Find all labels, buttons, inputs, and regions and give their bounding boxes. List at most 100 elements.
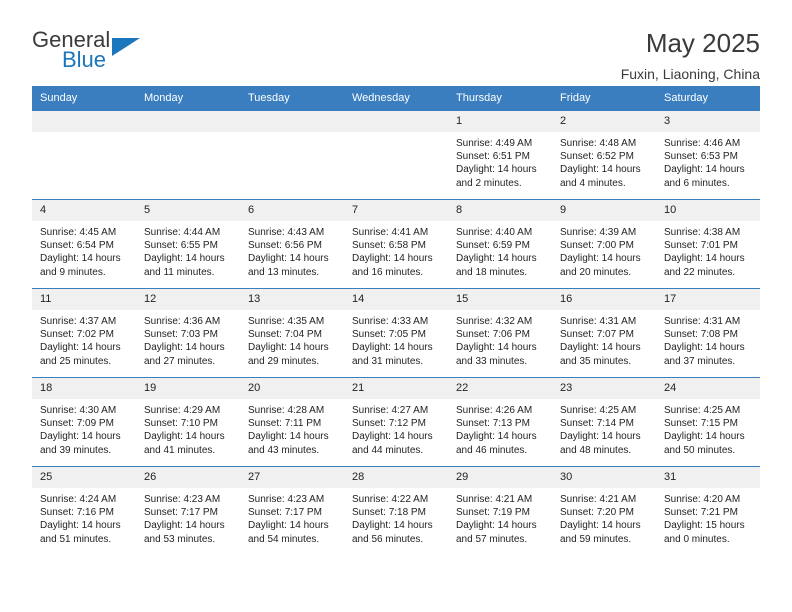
daylight-duration-line2: and 0 minutes. (664, 533, 730, 545)
calendar-day-cell[interactable]: 26 Sunrise: 4:23 AM Sunset: 7:17 PM Dayligh… (136, 466, 240, 555)
calendar-page: General Blue May 2025 Fuxin, Liaoning, C… (0, 0, 792, 612)
sunset-time: Sunset: 7:06 PM (456, 329, 530, 341)
sunrise-time: Sunrise: 4:31 AM (664, 316, 741, 327)
day-details: Sunrise: 4:23 AM Sunset: 7:17 PM Daylight:… (240, 488, 344, 546)
calendar-day-cell-empty (240, 111, 344, 200)
daylight-duration-line2: and 9 minutes. (40, 266, 106, 278)
sunset-time: Sunset: 7:14 PM (560, 418, 634, 430)
weekday-header-friday: Friday (552, 86, 656, 111)
day-number: 11 (32, 289, 136, 310)
day-number: 10 (656, 200, 760, 221)
day-number: 28 (344, 467, 448, 488)
sunrise-time: Sunrise: 4:29 AM (144, 405, 221, 416)
daylight-duration-line1: Daylight: 14 hours (248, 520, 329, 532)
calendar-day-cell-empty (344, 111, 448, 200)
day-number: 5 (136, 200, 240, 221)
day-number: 14 (344, 289, 448, 310)
day-number: 23 (552, 378, 656, 399)
daylight-duration-line1: Daylight: 14 hours (248, 253, 329, 265)
daylight-duration-line1: Daylight: 14 hours (40, 342, 121, 354)
weekday-header-monday: Monday (136, 86, 240, 111)
weekday-header-thursday: Thursday (448, 86, 552, 111)
calendar-day-cell[interactable]: 25 Sunrise: 4:24 AM Sunset: 7:16 PM Dayligh… (32, 466, 136, 555)
calendar-day-cell[interactable]: 9 Sunrise: 4:39 AM Sunset: 7:00 PM Daylight… (552, 199, 656, 289)
calendar-day-cell[interactable]: 18 Sunrise: 4:30 AM Sunset: 7:09 PM Dayligh… (32, 377, 136, 467)
sunset-time: Sunset: 7:08 PM (664, 329, 738, 341)
day-number: 24 (656, 378, 760, 399)
calendar-day-cell[interactable]: 3 Sunrise: 4:46 AM Sunset: 6:53 PM Daylight… (656, 111, 760, 200)
day-number: 1 (448, 111, 552, 132)
calendar-day-cell[interactable]: 31 Sunrise: 4:20 AM Sunset: 7:21 PM Dayligh… (656, 466, 760, 555)
calendar-day-cell[interactable]: 11 Sunrise: 4:37 AM Sunset: 7:02 PM Dayligh… (32, 288, 136, 378)
sunrise-time: Sunrise: 4:20 AM (664, 494, 741, 505)
calendar-day-cell[interactable]: 5 Sunrise: 4:44 AM Sunset: 6:55 PM Daylight… (136, 199, 240, 289)
daylight-duration-line1: Daylight: 14 hours (560, 520, 641, 532)
weekday-header-wednesday: Wednesday (344, 86, 448, 111)
calendar-day-cell[interactable]: 7 Sunrise: 4:41 AM Sunset: 6:58 PM Daylight… (344, 199, 448, 289)
sunrise-time: Sunrise: 4:41 AM (352, 227, 429, 238)
daylight-duration-line2: and 33 minutes. (456, 355, 528, 367)
day-number: 8 (448, 200, 552, 221)
calendar-day-cell[interactable]: 13 Sunrise: 4:35 AM Sunset: 7:04 PM Dayligh… (240, 288, 344, 378)
daylight-duration-line2: and 59 minutes. (560, 533, 632, 545)
calendar-day-cell[interactable]: 14 Sunrise: 4:33 AM Sunset: 7:05 PM Dayligh… (344, 288, 448, 378)
day-details: Sunrise: 4:43 AM Sunset: 6:56 PM Daylight:… (240, 221, 344, 279)
daylight-duration-line2: and 4 minutes. (560, 177, 626, 189)
sunrise-time: Sunrise: 4:28 AM (248, 405, 325, 416)
calendar-day-cell[interactable]: 2 Sunrise: 4:48 AM Sunset: 6:52 PM Daylight… (552, 111, 656, 200)
sunrise-time: Sunrise: 4:21 AM (560, 494, 637, 505)
sunrise-time: Sunrise: 4:21 AM (456, 494, 533, 505)
calendar-day-cell[interactable]: 12 Sunrise: 4:36 AM Sunset: 7:03 PM Dayligh… (136, 288, 240, 378)
calendar-day-cell[interactable]: 17 Sunrise: 4:31 AM Sunset: 7:08 PM Dayligh… (656, 288, 760, 378)
day-number: 29 (448, 467, 552, 488)
sunset-time: Sunset: 6:53 PM (664, 151, 738, 163)
calendar-day-cell[interactable]: 23 Sunrise: 4:25 AM Sunset: 7:14 PM Dayligh… (552, 377, 656, 467)
calendar-week-row: 11 Sunrise: 4:37 AM Sunset: 7:02 PM Dayligh… (32, 288, 760, 378)
day-number: 12 (136, 289, 240, 310)
day-details: Sunrise: 4:45 AM Sunset: 6:54 PM Daylight:… (32, 221, 136, 279)
calendar-day-cell[interactable]: 20 Sunrise: 4:28 AM Sunset: 7:11 PM Dayligh… (240, 377, 344, 467)
calendar-day-cell[interactable]: 1 Sunrise: 4:49 AM Sunset: 6:51 PM Daylight… (448, 111, 552, 200)
sunrise-time: Sunrise: 4:24 AM (40, 494, 117, 505)
day-number: 27 (240, 467, 344, 488)
calendar-day-cell[interactable]: 24 Sunrise: 4:25 AM Sunset: 7:15 PM Dayligh… (656, 377, 760, 467)
daylight-duration-line1: Daylight: 14 hours (40, 431, 121, 443)
sunset-time: Sunset: 7:19 PM (456, 507, 530, 519)
sunrise-time: Sunrise: 4:27 AM (352, 405, 429, 416)
daylight-duration-line2: and 18 minutes. (456, 266, 528, 278)
calendar-day-cell[interactable]: 4 Sunrise: 4:45 AM Sunset: 6:54 PM Daylight… (32, 199, 136, 289)
calendar-day-cell[interactable]: 29 Sunrise: 4:21 AM Sunset: 7:19 PM Dayligh… (448, 466, 552, 555)
daylight-duration-line2: and 2 minutes. (456, 177, 522, 189)
sunrise-time: Sunrise: 4:31 AM (560, 316, 637, 327)
calendar-day-cell[interactable]: 6 Sunrise: 4:43 AM Sunset: 6:56 PM Daylight… (240, 199, 344, 289)
day-number: 16 (552, 289, 656, 310)
calendar-week-row: 4 Sunrise: 4:45 AM Sunset: 6:54 PM Daylight… (32, 199, 760, 289)
calendar-day-cell[interactable]: 28 Sunrise: 4:22 AM Sunset: 7:18 PM Dayligh… (344, 466, 448, 555)
sunrise-time: Sunrise: 4:45 AM (40, 227, 117, 238)
daylight-duration-line2: and 51 minutes. (40, 533, 112, 545)
calendar-day-cell[interactable]: 30 Sunrise: 4:21 AM Sunset: 7:20 PM Dayligh… (552, 466, 656, 555)
daylight-duration-line1: Daylight: 14 hours (144, 431, 225, 443)
sunset-time: Sunset: 7:17 PM (248, 507, 322, 519)
sunset-time: Sunset: 7:17 PM (144, 507, 218, 519)
calendar-day-cell[interactable]: 19 Sunrise: 4:29 AM Sunset: 7:10 PM Dayligh… (136, 377, 240, 467)
calendar-day-cell[interactable]: 22 Sunrise: 4:26 AM Sunset: 7:13 PM Dayligh… (448, 377, 552, 467)
calendar-day-cell[interactable]: 8 Sunrise: 4:40 AM Sunset: 6:59 PM Daylight… (448, 199, 552, 289)
daylight-duration-line1: Daylight: 14 hours (352, 253, 433, 265)
calendar-day-cell[interactable]: 10 Sunrise: 4:38 AM Sunset: 7:01 PM Dayligh… (656, 199, 760, 289)
calendar-day-cell[interactable]: 21 Sunrise: 4:27 AM Sunset: 7:12 PM Dayligh… (344, 377, 448, 467)
page-header: General Blue May 2025 Fuxin, Liaoning, C… (32, 0, 760, 83)
calendar-day-cell[interactable]: 27 Sunrise: 4:23 AM Sunset: 7:17 PM Dayligh… (240, 466, 344, 555)
calendar-day-cell[interactable]: 15 Sunrise: 4:32 AM Sunset: 7:06 PM Dayligh… (448, 288, 552, 378)
calendar-day-cell[interactable]: 16 Sunrise: 4:31 AM Sunset: 7:07 PM Dayligh… (552, 288, 656, 378)
sunrise-time: Sunrise: 4:23 AM (144, 494, 221, 505)
general-blue-logo[interactable]: General Blue (32, 28, 152, 80)
calendar-week-row: 1 Sunrise: 4:49 AM Sunset: 6:51 PM Daylight… (32, 111, 760, 200)
day-details: Sunrise: 4:44 AM Sunset: 6:55 PM Daylight:… (136, 221, 240, 279)
day-number: 22 (448, 378, 552, 399)
daylight-duration-line1: Daylight: 14 hours (144, 253, 225, 265)
daylight-duration-line1: Daylight: 14 hours (40, 520, 121, 532)
sunset-time: Sunset: 7:09 PM (40, 418, 114, 430)
daylight-duration-line1: Daylight: 14 hours (40, 253, 121, 265)
sunrise-time: Sunrise: 4:46 AM (664, 138, 741, 149)
